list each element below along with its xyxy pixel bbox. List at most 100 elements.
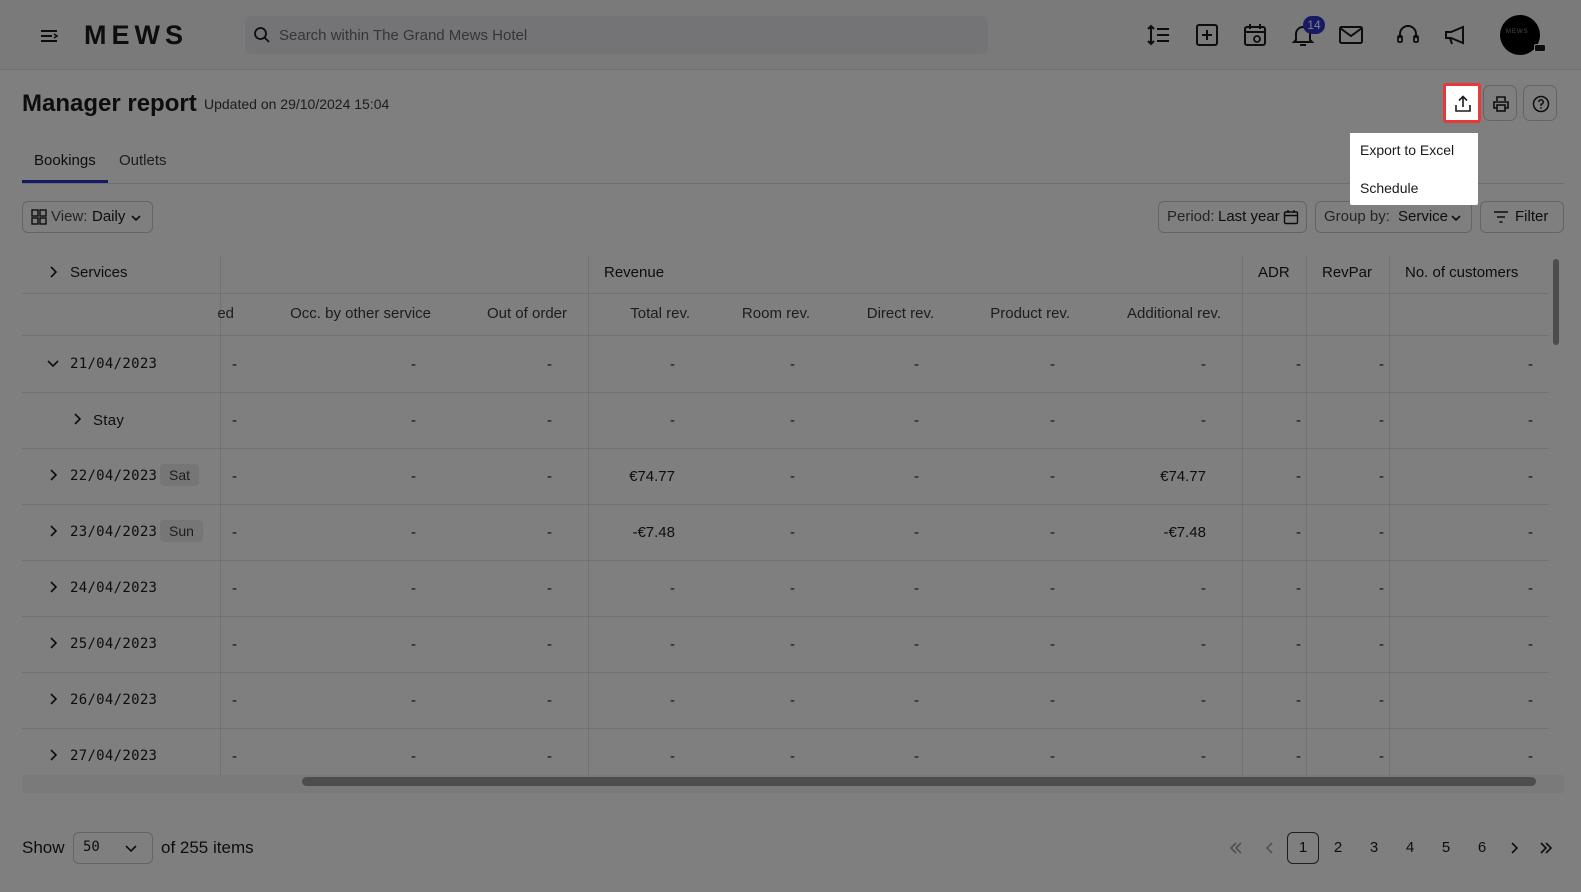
table-cell: - — [1201, 748, 1206, 765]
chevron-right-icon[interactable] — [46, 524, 60, 538]
table-cell: - — [914, 748, 919, 765]
table-cell: - — [1296, 748, 1301, 765]
table-cell: - — [1050, 692, 1055, 709]
table-cell: - — [1050, 412, 1055, 429]
vertical-scrollbar[interactable] — [1553, 259, 1559, 345]
table-cell: - — [411, 356, 416, 373]
table-cell: - — [790, 468, 795, 485]
table-cell: - — [790, 636, 795, 653]
next-page-icon[interactable] — [1506, 840, 1522, 856]
chevron-down-icon — [125, 845, 137, 853]
table-cell: - — [1528, 356, 1533, 373]
last-page-icon[interactable] — [1538, 840, 1554, 856]
column-header: Occ. by other service — [290, 305, 431, 322]
page-6-button[interactable]: 6 — [1466, 832, 1498, 864]
table-cell: - — [1528, 468, 1533, 485]
table-cell: - — [411, 580, 416, 597]
page-size-select[interactable]: 50 — [73, 832, 153, 864]
chevron-right-icon[interactable] — [46, 468, 60, 482]
chevron-right-icon[interactable] — [46, 692, 60, 706]
calendar-view-icon[interactable] — [1241, 21, 1269, 49]
table-row[interactable]: Stay - - - - - - - - - - - — [22, 393, 1549, 449]
add-square-icon[interactable] — [1193, 21, 1221, 49]
services-header[interactable]: Services — [70, 264, 128, 281]
revenue-header: Revenue — [604, 264, 665, 281]
print-button[interactable] — [1483, 85, 1517, 121]
report-tabs: Bookings Outlets — [22, 144, 1564, 184]
page-title: Manager report — [22, 90, 197, 117]
mail-icon[interactable] — [1337, 21, 1365, 49]
previous-page-icon[interactable] — [1262, 840, 1278, 856]
top-bar: MEWS 14 MEWS — [0, 0, 1581, 70]
updated-timestamp: Updated on 29/10/2024 15:04 — [204, 96, 390, 112]
table-cell: - — [670, 412, 675, 429]
table-row[interactable]: 25/04/2023 - - - - - - - - - - - — [22, 617, 1549, 673]
chevron-down-icon — [1451, 215, 1461, 222]
help-button[interactable] — [1523, 85, 1557, 121]
horizontal-scrollbar[interactable] — [302, 777, 1536, 786]
search-bar[interactable] — [245, 16, 988, 54]
table-row[interactable]: 24/04/2023 - - - - - - - - - - - — [22, 561, 1549, 617]
table-cell: - — [547, 524, 552, 541]
page-3-button[interactable]: 3 — [1358, 832, 1390, 864]
table-row[interactable]: 21/04/2023 - - - - - - - - - - - — [22, 337, 1549, 393]
table-row[interactable]: 22/04/2023 Sat - - - €74.77 - - - €74.77 - - - — [22, 449, 1549, 505]
chevron-right-icon[interactable] — [70, 412, 84, 426]
table-cell: - — [790, 524, 795, 541]
column-header: Direct rev. — [866, 305, 934, 322]
column-header: ed — [217, 305, 234, 322]
table-row[interactable]: 23/04/2023 Sun - - - -€7.48 - - - -€7.48 - - - — [22, 505, 1549, 561]
table-cell: - — [232, 524, 237, 541]
page-2-button[interactable]: 2 — [1322, 832, 1354, 864]
table-cell: - — [1296, 468, 1301, 485]
period-select[interactable]: Period: Last year — [1158, 201, 1307, 233]
export-button[interactable] — [1443, 83, 1481, 123]
schedule-option[interactable]: Schedule — [1350, 171, 1478, 205]
page-4-button[interactable]: 4 — [1394, 832, 1426, 864]
status-indicator — [1534, 44, 1546, 52]
table-cell: - — [411, 524, 416, 541]
page-1-button[interactable]: 1 — [1287, 832, 1319, 864]
table-cell: - — [670, 748, 675, 765]
chevron-right-icon[interactable] — [46, 636, 60, 650]
table-cell: - — [1379, 524, 1384, 541]
export-upload-icon — [1455, 95, 1471, 112]
mews-logo[interactable]: MEWS — [84, 20, 188, 51]
header-divider — [22, 335, 1549, 336]
support-headset-icon[interactable] — [1394, 21, 1422, 49]
view-label: View: — [51, 208, 88, 225]
column-header: Total rev. — [630, 305, 690, 322]
avatar-label: MEWS — [1506, 29, 1529, 35]
announcement-megaphone-icon[interactable] — [1442, 21, 1470, 49]
weekday-badge: Sun — [160, 520, 203, 542]
period-value: Last year — [1218, 208, 1280, 225]
tab-bookings[interactable]: Bookings — [34, 152, 96, 169]
table-cell: - — [1201, 636, 1206, 653]
table-cell: - — [1379, 468, 1384, 485]
chevron-down-icon[interactable] — [46, 356, 60, 370]
filter-button[interactable]: Filter — [1480, 201, 1564, 233]
menu-icon[interactable] — [36, 23, 62, 49]
chevron-right-icon[interactable] — [47, 265, 59, 279]
table-cell: - — [790, 412, 795, 429]
table-cell: - — [1296, 692, 1301, 709]
filter-label: Filter — [1515, 208, 1549, 225]
export-to-excel-option[interactable]: Export to Excel — [1350, 133, 1478, 167]
first-page-icon[interactable] — [1228, 840, 1244, 856]
revpar-header: RevPar — [1322, 264, 1373, 281]
table-row[interactable]: 26/04/2023 - - - - - - - - - - - — [22, 673, 1549, 729]
table-cell: - — [1379, 580, 1384, 597]
chevron-right-icon[interactable] — [46, 748, 60, 762]
chevron-right-icon[interactable] — [46, 580, 60, 594]
filter-icon — [1494, 211, 1508, 223]
page-5-button[interactable]: 5 — [1430, 832, 1462, 864]
group-by-select[interactable]: Group by: Service — [1315, 201, 1472, 233]
table-cell: - — [914, 356, 919, 373]
table-cell: - — [547, 356, 552, 373]
sort-lines-icon[interactable] — [1145, 21, 1173, 49]
view-select[interactable]: View: Daily — [22, 201, 153, 233]
tab-outlets[interactable]: Outlets — [119, 152, 167, 169]
search-input[interactable] — [279, 16, 979, 54]
period-label: Period: — [1167, 208, 1215, 225]
user-avatar[interactable]: MEWS — [1500, 15, 1546, 55]
